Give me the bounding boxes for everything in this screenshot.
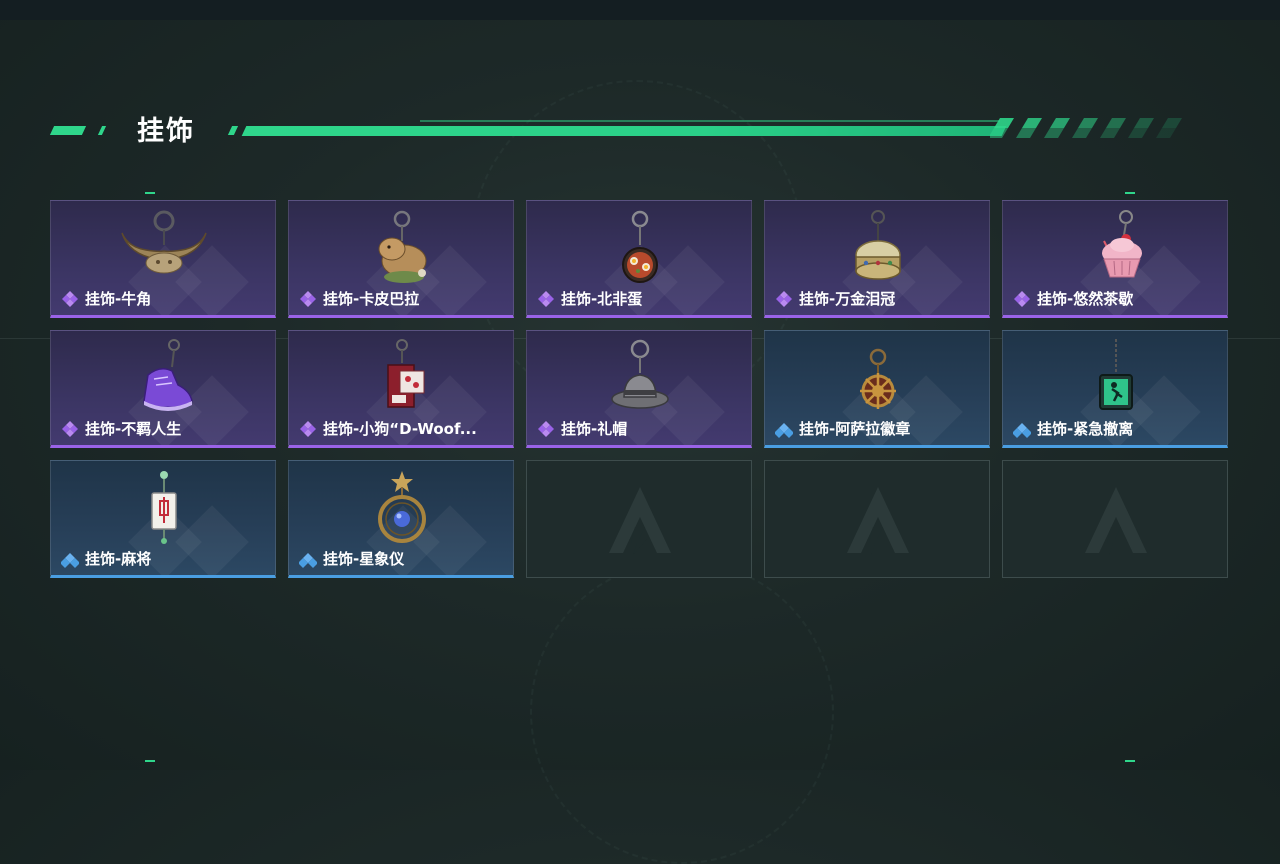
charm-label: 挂饰-小狗“D-Woof... (323, 420, 477, 438)
charm-name: 挂饰-小狗“D-Woof... (299, 418, 477, 439)
header-accent-tick (227, 126, 239, 135)
charm-card[interactable]: 挂饰-麻将 (50, 460, 276, 578)
charm-name: 挂饰-北非蛋 (537, 288, 642, 309)
charm-name: 挂饰-牛角 (61, 288, 151, 309)
game-logo-icon (847, 487, 909, 555)
rarity-purple-icon (538, 290, 554, 307)
rarity-purple-icon (300, 420, 316, 437)
charm-name: 挂饰-不羁人生 (61, 418, 181, 439)
corner-marker (145, 192, 155, 194)
rarity-blue-icon (775, 422, 793, 438)
section-header: 挂饰 (0, 106, 1280, 156)
shakshuka-charm-icon (622, 210, 658, 283)
header-accent-tick (97, 126, 107, 135)
charm-label: 挂饰-星象仪 (323, 550, 405, 568)
rarity-purple-icon (538, 420, 554, 437)
charm-label: 挂饰-礼帽 (561, 420, 628, 438)
corner-marker (145, 760, 155, 762)
cupcake-charm-icon (1102, 210, 1142, 278)
section-title: 挂饰 (137, 116, 195, 147)
corner-marker (1125, 760, 1135, 762)
mahjong-tile-charm-icon (151, 471, 177, 544)
charm-label: 挂饰-阿萨拉徽章 (799, 420, 911, 438)
game-logo-icon (1085, 487, 1147, 555)
charm-card[interactable]: 挂饰-礼帽 (526, 330, 752, 448)
charm-name: 挂饰-麻将 (61, 548, 151, 569)
rarity-blue-icon (61, 552, 79, 568)
crown-charm-icon (855, 210, 901, 280)
exit-sign-charm-icon (1099, 339, 1133, 410)
astrolabe-charm-icon (378, 471, 426, 543)
rarity-purple-icon (62, 420, 78, 437)
sneaker-charm-icon (143, 339, 193, 411)
charm-card[interactable]: 挂饰-万金泪冠 (764, 200, 990, 318)
charm-label: 挂饰-卡皮巴拉 (323, 290, 420, 308)
charm-label: 挂饰-悠然茶歇 (1037, 290, 1134, 308)
rarity-purple-icon (776, 290, 792, 307)
charm-name: 挂饰-卡皮巴拉 (299, 288, 419, 309)
rarity-purple-icon (300, 290, 316, 307)
background-ring (530, 560, 834, 864)
empty-slot (1002, 460, 1228, 578)
rarity-purple-icon (1014, 290, 1030, 307)
charm-card[interactable]: 挂饰-星象仪 (288, 460, 514, 578)
dog-box-charm-icon (387, 339, 425, 408)
charm-name: 挂饰-礼帽 (537, 418, 627, 439)
charm-card[interactable]: 挂饰-北非蛋 (526, 200, 752, 318)
charm-card[interactable]: 挂饰-悠然茶歇 (1002, 200, 1228, 318)
charm-name: 挂饰-万金泪冠 (775, 288, 895, 309)
empty-slot (526, 460, 752, 578)
wheel-badge-charm-icon (860, 348, 896, 409)
charm-label: 挂饰-不羁人生 (85, 420, 182, 438)
charm-card[interactable]: 挂饰-阿萨拉徽章 (764, 330, 990, 448)
header-checker-pattern (990, 118, 1182, 138)
game-logo-icon (609, 487, 671, 555)
rarity-purple-icon (62, 290, 78, 307)
charm-card[interactable]: 挂饰-牛角 (50, 200, 276, 318)
charm-label: 挂饰-麻将 (85, 550, 152, 568)
charm-card[interactable]: 挂饰-不羁人生 (50, 330, 276, 448)
charm-card[interactable]: 挂饰-紧急撤离 (1002, 330, 1228, 448)
corner-marker (1125, 192, 1135, 194)
charm-card[interactable]: 挂饰-卡皮巴拉 (288, 200, 514, 318)
rarity-blue-icon (1013, 422, 1031, 438)
charm-name: 挂饰-阿萨拉徽章 (775, 418, 910, 439)
charm-name: 挂饰-悠然茶歇 (1013, 288, 1133, 309)
header-thin-line (420, 120, 1000, 122)
charm-label: 挂饰-万金泪冠 (799, 290, 896, 308)
top-bar (0, 0, 1280, 20)
empty-slot (764, 460, 990, 578)
capybara-charm-icon (378, 210, 427, 283)
header-progress-bar (241, 126, 1007, 136)
header-accent-bar (49, 126, 87, 135)
charm-label: 挂饰-北非蛋 (561, 290, 643, 308)
horns-charm-icon (121, 210, 207, 274)
rarity-blue-icon (299, 552, 317, 568)
charm-name: 挂饰-紧急撤离 (1013, 418, 1133, 439)
fedora-charm-icon (611, 339, 669, 409)
charm-name: 挂饰-星象仪 (299, 548, 404, 569)
charm-label: 挂饰-紧急撤离 (1037, 420, 1134, 438)
charm-label: 挂饰-牛角 (85, 290, 152, 308)
charm-card[interactable]: 挂饰-小狗“D-Woof... (288, 330, 514, 448)
